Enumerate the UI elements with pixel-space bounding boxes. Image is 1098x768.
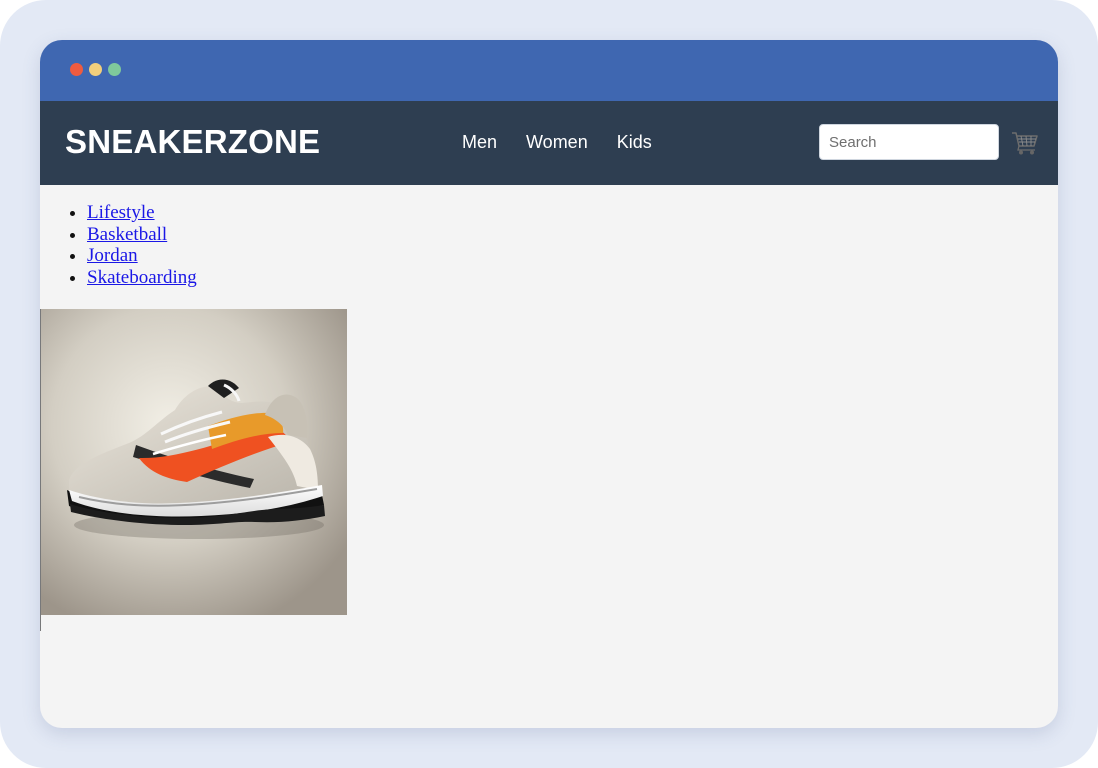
category-link-skateboarding[interactable]: Skateboarding	[87, 267, 197, 288]
minimize-window-button[interactable]	[89, 63, 102, 76]
category-link-basketball[interactable]: Basketball	[87, 224, 167, 245]
category-item-basketball: Basketball	[87, 224, 197, 246]
nav-link-kids[interactable]: Kids	[617, 132, 652, 152]
browser-window: SNEAKERZONE Men Women Kids Search • Life…	[40, 40, 1058, 728]
category-link-jordan[interactable]: Jordan	[87, 245, 138, 266]
shopping-cart-icon[interactable]	[1010, 128, 1040, 156]
site-header: SNEAKERZONE Men Women Kids	[40, 101, 1058, 185]
main-navigation: Men Women Kids	[462, 131, 652, 153]
category-link-lifestyle[interactable]: Lifestyle	[87, 202, 155, 223]
sneaker-product-image[interactable]	[41, 309, 347, 615]
main-content: Lifestyle Basketball Jordan Skateboardin…	[40, 185, 1058, 728]
site-logo[interactable]: SNEAKERZONE	[65, 121, 320, 163]
nav-link-women[interactable]: Women	[526, 132, 588, 152]
search-input[interactable]	[819, 124, 999, 160]
nav-link-men[interactable]: Men	[462, 132, 497, 152]
category-item-skateboarding: Skateboarding	[87, 267, 197, 289]
category-list: Lifestyle Basketball Jordan Skateboardin…	[67, 202, 197, 288]
window-titlebar	[40, 40, 1058, 101]
nav-item-women: Women	[526, 131, 588, 153]
category-item-jordan: Jordan	[87, 245, 197, 267]
maximize-window-button[interactable]	[108, 63, 121, 76]
nav-item-men: Men	[462, 131, 497, 153]
category-item-lifestyle: Lifestyle	[87, 202, 197, 224]
close-window-button[interactable]	[70, 63, 83, 76]
nav-item-kids: Kids	[617, 131, 652, 153]
